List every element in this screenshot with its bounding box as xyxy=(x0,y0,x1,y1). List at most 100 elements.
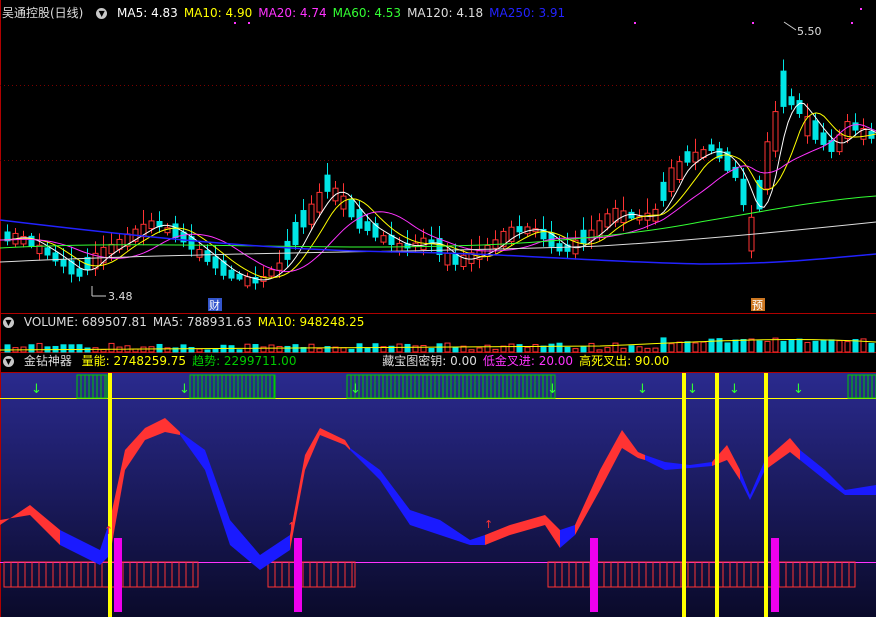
volume-bar xyxy=(676,341,683,353)
entry-bar xyxy=(114,538,122,612)
down-arrow-icon: ↓ xyxy=(350,382,361,397)
candle xyxy=(828,129,835,159)
volume-bar xyxy=(316,348,323,353)
signal-line xyxy=(764,373,768,617)
volume-bar xyxy=(700,341,707,353)
volume-bar xyxy=(188,347,195,353)
ma-legend-item: MA5: 4.83 xyxy=(117,6,178,20)
candle xyxy=(788,88,795,110)
volume-bar xyxy=(28,344,35,353)
volume-bar xyxy=(684,341,691,353)
volume-bar xyxy=(692,342,699,353)
volume-bar xyxy=(420,345,427,353)
volume-bar xyxy=(60,344,67,353)
down-arrow-icon: ↓ xyxy=(687,382,698,397)
candle xyxy=(28,233,35,249)
volume-bar xyxy=(868,342,875,353)
candle xyxy=(868,122,875,144)
candle xyxy=(324,162,331,199)
candle xyxy=(460,249,467,270)
signal-dot xyxy=(860,8,862,10)
candle xyxy=(428,226,435,252)
collapse-volume-icon[interactable]: ▼ xyxy=(3,317,14,328)
up-arrow-icon: ↑ xyxy=(287,520,296,533)
indicator-legend-items2: 藏宝图密钥: 0.00 低金叉进: 20.00 高死叉出: 90.00 xyxy=(382,354,675,368)
volume-bar xyxy=(516,344,523,353)
ma-legend-item: MA10: 4.90 xyxy=(183,6,253,20)
volume-bar xyxy=(668,343,675,353)
event-marker-cai[interactable]: 财 xyxy=(208,298,222,312)
volume-bar xyxy=(212,348,219,353)
stock-title: 吴通控股(日线) xyxy=(2,6,84,20)
indicator-legend-item: 高死叉出: 90.00 xyxy=(579,354,670,368)
indicator-title: 金钻神器 xyxy=(23,354,72,368)
volume-bar xyxy=(4,344,11,353)
ma-legend-item: MA250: 3.91 xyxy=(489,6,566,20)
volume-bar xyxy=(436,343,443,353)
entry-bar xyxy=(590,538,598,612)
candle xyxy=(764,132,771,195)
volume-bar xyxy=(780,340,787,353)
volume-bar xyxy=(396,343,403,353)
candle xyxy=(724,147,731,174)
candle xyxy=(340,183,347,217)
volume-legend-item: MA5: 788931.63 xyxy=(152,315,252,329)
event-marker-yu-label: 预 xyxy=(752,299,763,312)
down-arrow-icon: ↓ xyxy=(637,382,648,397)
chart-canvas[interactable]: ↓ ↓ ↓ ↓ ↓ ↓ ↓ ↓ ↑ ↑ ↑ 5.50 3.48 财 预 xyxy=(0,0,876,617)
volume-bar xyxy=(452,346,459,353)
volume-bar xyxy=(788,339,795,353)
volume-bar xyxy=(428,348,435,353)
candle xyxy=(524,222,531,237)
indicator-legend-items: 量能: 2748259.75 趋势: 2299711.00 xyxy=(82,354,303,368)
down-arrow-icon: ↓ xyxy=(793,382,804,397)
candle xyxy=(548,220,555,254)
down-arrow-icon: ↓ xyxy=(729,382,740,397)
volume-bar xyxy=(196,348,203,353)
volume-bar xyxy=(612,342,619,353)
volume-bar xyxy=(724,342,731,353)
collapse-indicator-icon[interactable]: ▼ xyxy=(3,356,14,367)
candle xyxy=(572,230,579,260)
volume-bar xyxy=(524,346,531,353)
volume-bar xyxy=(284,345,291,353)
candle xyxy=(692,138,699,171)
event-marker-yu[interactable]: 预 xyxy=(751,298,765,312)
volume-bar xyxy=(204,349,211,353)
volume-bar xyxy=(828,339,835,353)
volume-bar xyxy=(100,349,107,353)
volume-bar xyxy=(844,341,851,353)
down-arrow-icon: ↓ xyxy=(31,382,42,397)
candle xyxy=(652,203,659,225)
ma-legend-item: MA20: 4.74 xyxy=(258,6,327,20)
candlestick-layer xyxy=(0,8,876,290)
candle xyxy=(308,195,315,230)
volume-layer xyxy=(0,337,876,353)
candle xyxy=(156,211,163,233)
candle xyxy=(412,234,419,252)
volume-bar xyxy=(476,347,483,353)
main-legend: 吴通控股(日线) ▼ MA5: 4.83 MA10: 4.90 MA20: 4.74… xyxy=(0,5,577,22)
volume-bar xyxy=(748,338,755,353)
main-grid xyxy=(0,85,876,161)
volume-bar xyxy=(756,340,763,353)
volume-bar xyxy=(348,348,355,353)
signal-dot xyxy=(752,22,754,24)
indicator-legend-item: 趋势: 2299711.00 xyxy=(192,354,297,368)
volume-bar xyxy=(740,339,747,353)
down-arrow-icon: ↓ xyxy=(547,382,558,397)
volume-bar xyxy=(84,347,91,353)
indicator-legend-item: 量能: 2748259.75 xyxy=(81,354,187,368)
candle xyxy=(684,145,691,166)
volume-bar xyxy=(620,347,627,353)
volume-bar xyxy=(156,343,163,353)
signal-dot xyxy=(234,22,236,24)
signal-line xyxy=(682,373,686,617)
candle xyxy=(68,246,75,283)
volume-bar xyxy=(68,344,75,353)
volume-bar xyxy=(492,348,499,353)
collapse-main-icon[interactable]: ▼ xyxy=(96,8,108,19)
candle xyxy=(860,118,867,146)
volume-bar xyxy=(804,341,811,353)
ma-legend-item: MA120: 4.18 xyxy=(407,6,484,20)
